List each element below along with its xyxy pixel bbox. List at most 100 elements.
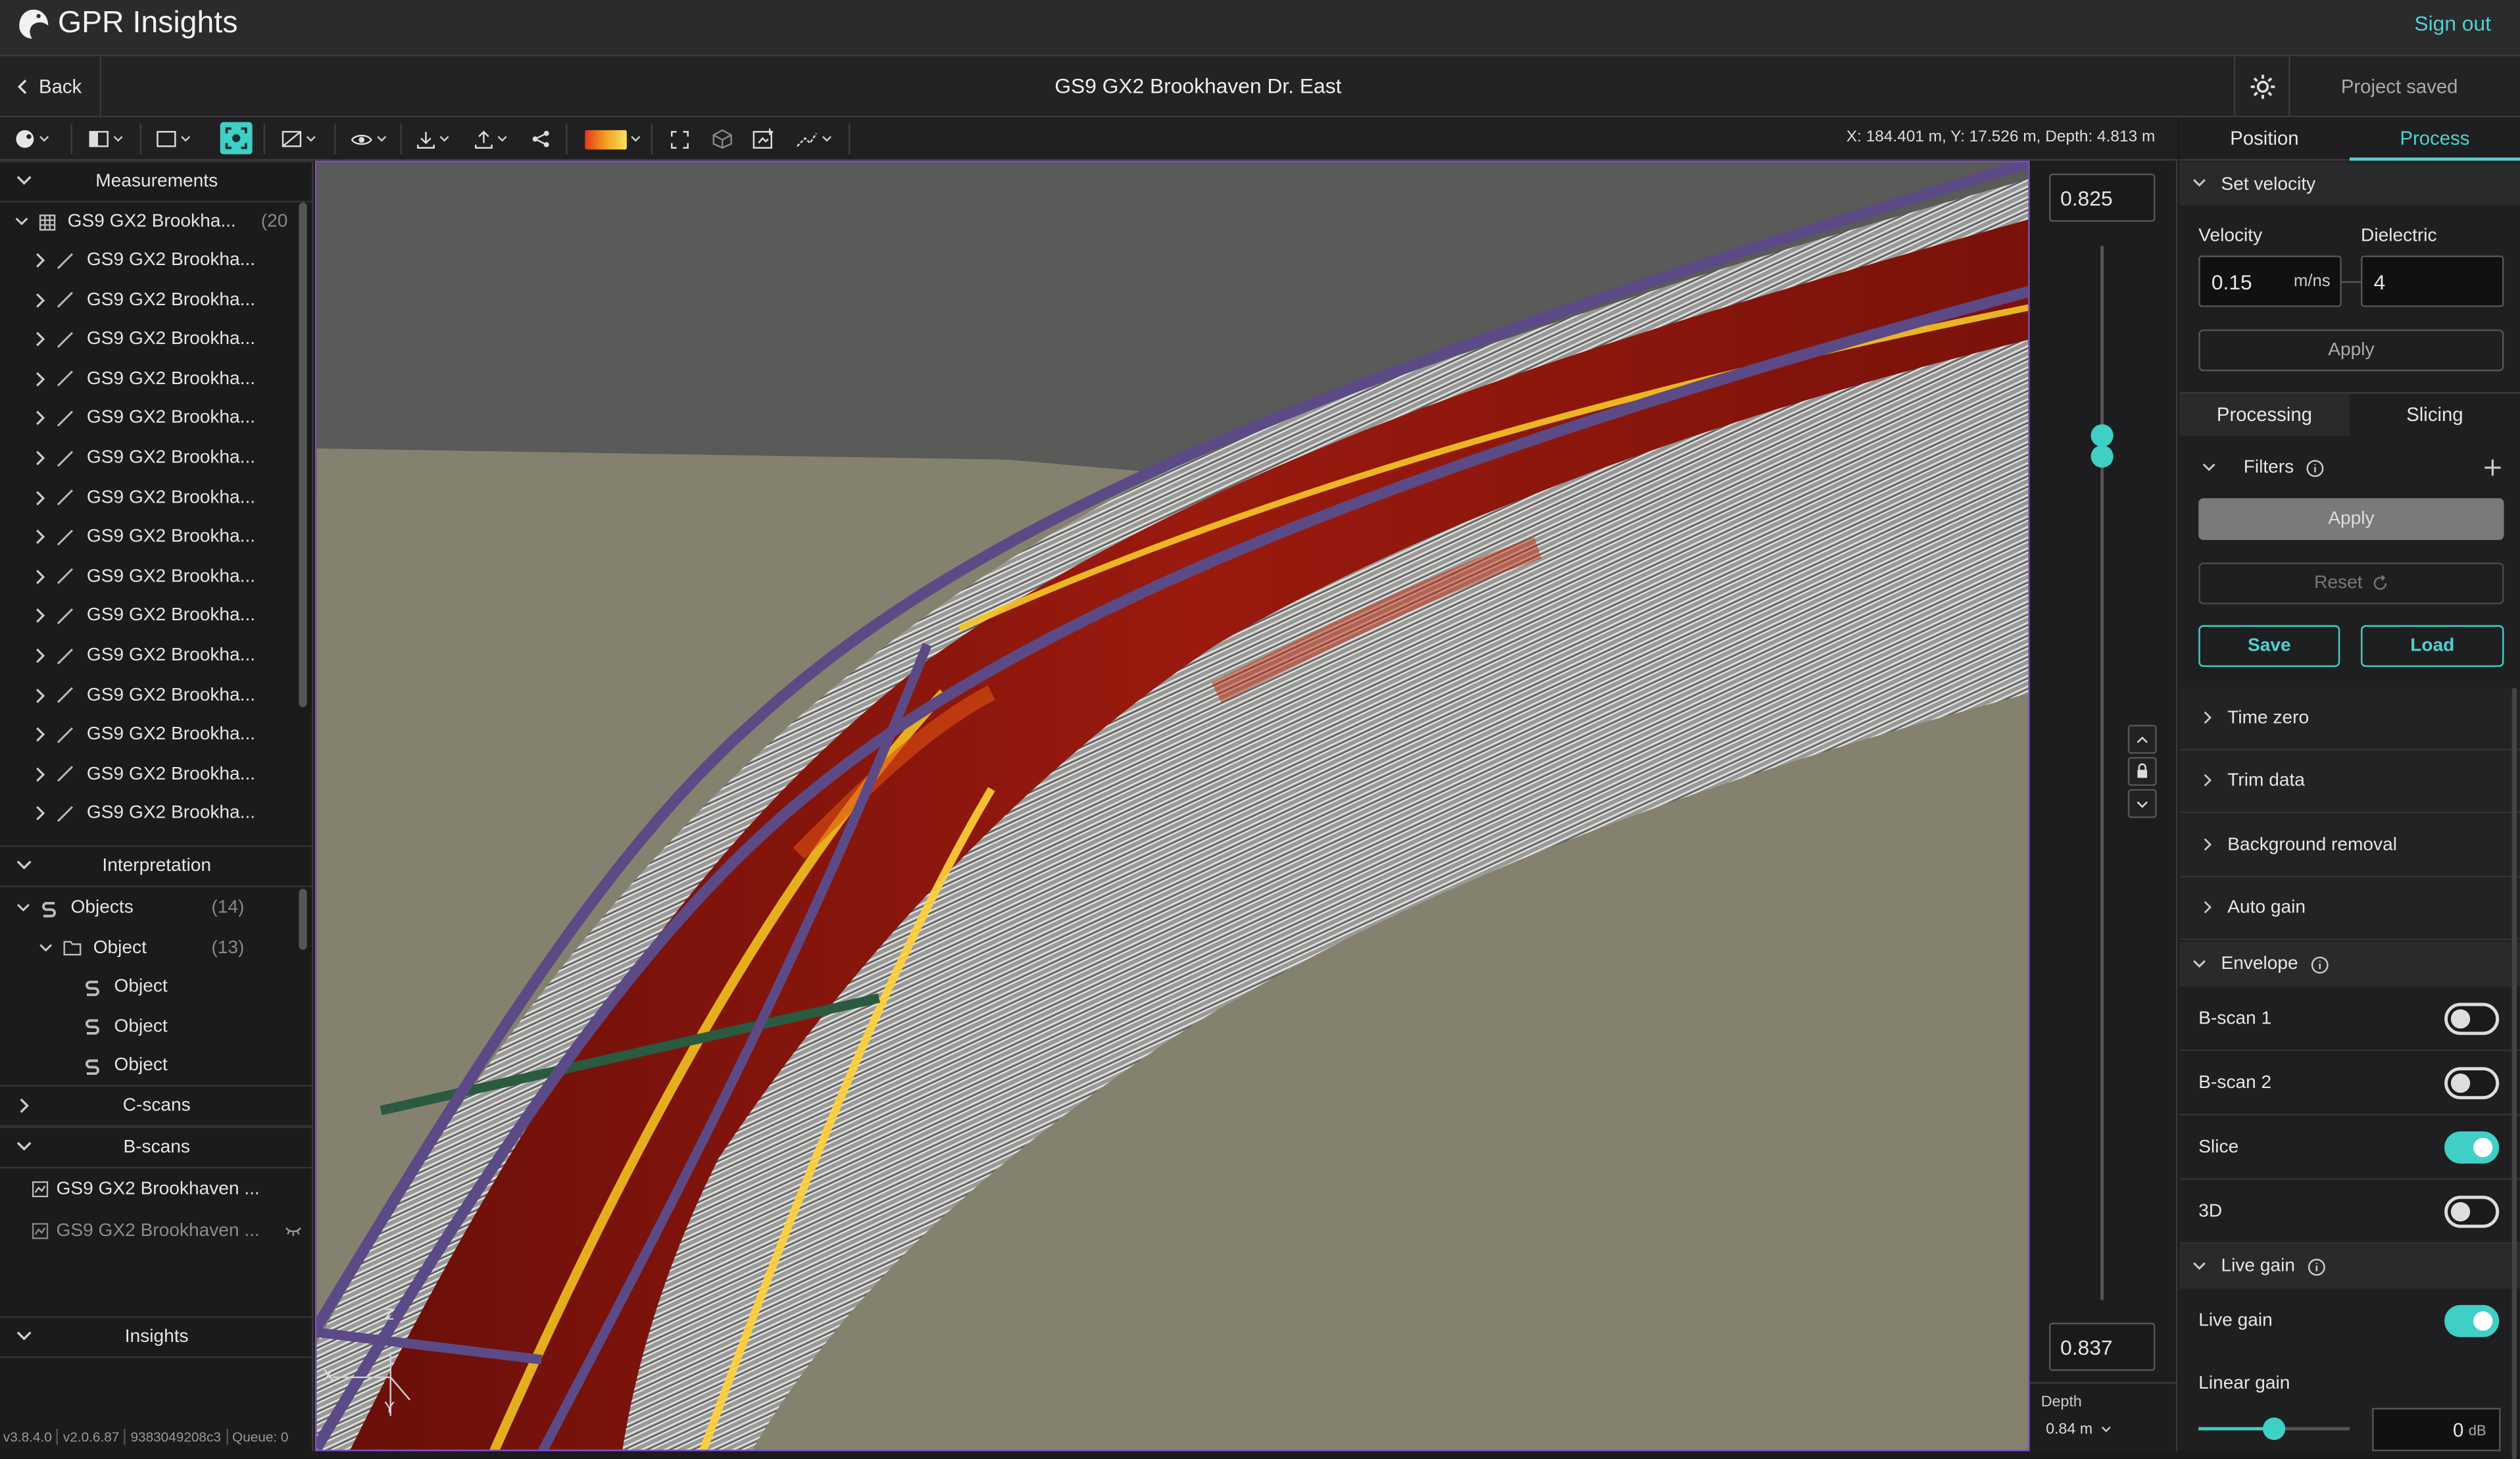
chevron-down-icon <box>16 1141 32 1151</box>
rectangle-icon <box>157 131 176 147</box>
add-filter-icon[interactable] <box>2483 458 2502 477</box>
envelope-toggle[interactable] <box>2444 1067 2500 1100</box>
chevron-down-icon <box>822 136 831 142</box>
depth-lock-button[interactable] <box>2127 756 2157 786</box>
chevron-right-icon <box>36 728 45 742</box>
share-button[interactable] <box>532 126 550 153</box>
linear-gain-slider[interactable] <box>2198 1417 2350 1441</box>
colormap-button[interactable] <box>585 126 641 153</box>
depth-slider-upper-thumb[interactable] <box>2090 424 2113 447</box>
measurement-item[interactable]: GS9 GX2 Brookha... <box>36 281 293 320</box>
depth-bottom-input[interactable]: 0.837 <box>2049 1322 2156 1372</box>
cube-view-button[interactable] <box>712 126 733 153</box>
depth-up-button[interactable] <box>2127 724 2157 754</box>
sign-out-link[interactable]: Sign out <box>2414 11 2491 36</box>
bscan-item[interactable]: GS9 GX2 Brookhaven ... <box>32 1212 302 1250</box>
measure-button[interactable] <box>795 126 832 153</box>
subtab-slicing[interactable]: Slicing <box>2349 392 2520 435</box>
app-logo[interactable]: GPR Insights <box>16 7 237 42</box>
filters-save-button[interactable]: Save <box>2198 625 2340 667</box>
accordion-background-removal[interactable]: Background removal <box>2179 814 2520 877</box>
tab-process[interactable]: Process <box>2349 117 2520 161</box>
measurement-item[interactable]: GS9 GX2 Brookha... <box>36 716 293 754</box>
settings-button[interactable] <box>2234 56 2290 116</box>
measurement-item[interactable]: GS9 GX2 Brookha... <box>36 399 293 438</box>
3d-viewport[interactable]: Z X Y <box>314 161 2030 1452</box>
bscan-item[interactable]: GS9 GX2 Brookhaven ... <box>32 1170 302 1209</box>
filters-load-button[interactable]: Load <box>2361 625 2504 667</box>
line-icon <box>57 371 73 387</box>
bscans-header[interactable]: B-scans <box>0 1126 314 1169</box>
measurement-item[interactable]: GS9 GX2 Brookha... <box>36 360 293 399</box>
live-gain-header[interactable]: Live gain <box>2179 1244 2520 1289</box>
tab-position[interactable]: Position <box>2179 117 2350 161</box>
dielectric-input[interactable]: 4 <box>2361 255 2504 307</box>
set-velocity-header[interactable]: Set velocity <box>2179 162 2520 206</box>
hidden-eye-icon[interactable] <box>284 1225 302 1237</box>
filters-reset-button[interactable]: Reset <box>2198 562 2504 605</box>
chevron-right-icon <box>36 372 45 386</box>
subtab-processing[interactable]: Processing <box>2179 392 2350 436</box>
export-button[interactable] <box>474 126 508 153</box>
info-icon[interactable] <box>2307 459 2325 477</box>
measurement-item[interactable]: GS9 GX2 Brookha... <box>36 320 293 359</box>
accordion-trim-data[interactable]: Trim data <box>2179 751 2520 814</box>
info-icon[interactable] <box>2308 1258 2326 1275</box>
depth-slider-lower-thumb[interactable] <box>2090 445 2113 468</box>
measurement-item[interactable]: GS9 GX2 Brookha... <box>36 676 293 715</box>
accordion-auto-gain[interactable]: Auto gain <box>2179 877 2520 941</box>
live-gain-toggle[interactable] <box>2444 1304 2500 1337</box>
linear-gain-input[interactable]: 0 dB <box>2372 1408 2501 1452</box>
envelope-header[interactable]: Envelope <box>2179 941 2520 987</box>
download-icon <box>417 131 435 148</box>
measurement-item[interactable]: GS9 GX2 Brookha... <box>36 241 293 280</box>
display-button[interactable] <box>156 126 191 153</box>
filters-apply-button[interactable]: Apply <box>2198 498 2504 540</box>
slice-tool-button[interactable] <box>282 126 317 153</box>
info-icon[interactable] <box>2311 955 2329 973</box>
measurement-item[interactable]: GS9 GX2 Brookha... <box>36 597 293 635</box>
measurement-group[interactable]: GS9 GX2 Brookha... (20 <box>14 203 287 241</box>
chevron-down-icon <box>39 944 53 952</box>
snapshot-button[interactable] <box>752 126 774 153</box>
object-item[interactable]: Object <box>84 968 244 1006</box>
focus-tool-button[interactable] <box>220 122 253 155</box>
layout-button[interactable] <box>88 126 124 153</box>
depth-top-input[interactable]: 0.825 <box>2049 173 2156 222</box>
filters-header[interactable]: Filters <box>2179 445 2520 490</box>
object-folder[interactable]: Object (13) <box>39 929 244 968</box>
fullscreen-button[interactable] <box>670 126 689 153</box>
measurement-item[interactable]: GS9 GX2 Brookha... <box>36 637 293 676</box>
envelope-toggle[interactable] <box>2444 1131 2500 1164</box>
interpretation-scrollbar[interactable] <box>299 889 307 950</box>
velocity-apply-button[interactable]: Apply <box>2198 329 2504 372</box>
measurement-item[interactable]: GS9 GX2 Brookha... <box>36 795 293 833</box>
accordion-time-zero[interactable]: Time zero <box>2179 687 2520 751</box>
velocity-input[interactable]: 0.15 m/ns <box>2198 255 2342 307</box>
measurements-scrollbar[interactable] <box>299 202 307 708</box>
measurement-item[interactable]: GS9 GX2 Brookha... <box>36 518 293 556</box>
measurement-item[interactable]: GS9 GX2 Brookha... <box>36 439 293 478</box>
cscans-header[interactable]: C-scans <box>0 1085 314 1127</box>
object-item[interactable]: Object <box>84 1047 244 1085</box>
object-label: Object <box>114 1016 168 1036</box>
envelope-toggle[interactable] <box>2444 1002 2500 1035</box>
right-panel-scrollbar[interactable] <box>2511 687 2517 1459</box>
interpretation-header[interactable]: Interpretation <box>0 845 314 887</box>
measurement-item[interactable]: GS9 GX2 Brookha... <box>36 755 293 794</box>
depth-slider-track[interactable] <box>2090 245 2113 1300</box>
measurements-header[interactable]: Measurements <box>0 161 314 203</box>
objects-group[interactable]: Objects (14) <box>16 889 244 927</box>
depth-down-button[interactable] <box>2127 789 2157 818</box>
measurement-item[interactable]: GS9 GX2 Brookha... <box>36 478 293 517</box>
view-mode-button[interactable] <box>14 126 50 153</box>
object-item[interactable]: Object <box>84 1007 244 1046</box>
linear-gain-thumb[interactable] <box>2263 1417 2286 1441</box>
visibility-button[interactable] <box>351 126 387 153</box>
depth-select[interactable]: 0.84 m <box>2046 1421 2112 1439</box>
measurement-label: GS9 GX2 Brookha... <box>86 764 256 784</box>
insights-header[interactable]: Insights <box>0 1316 314 1358</box>
envelope-toggle[interactable] <box>2444 1195 2500 1228</box>
import-button[interactable] <box>416 126 450 153</box>
measurement-item[interactable]: GS9 GX2 Brookha... <box>36 557 293 596</box>
